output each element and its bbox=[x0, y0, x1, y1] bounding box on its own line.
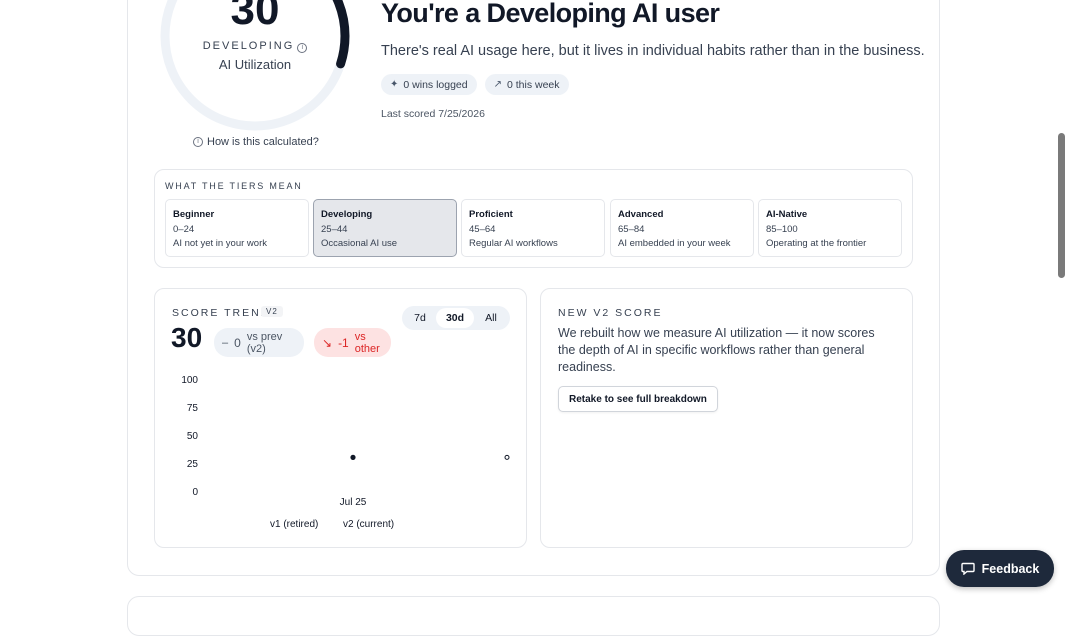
page-subtitle: There's real AI usage here, but it lives… bbox=[381, 43, 925, 59]
delta-other-value: -1 bbox=[338, 335, 349, 350]
delta-prev-value: 0 bbox=[234, 335, 241, 350]
tier-range: 85–100 bbox=[766, 223, 798, 235]
delta-prev-label: vs prev (v2) bbox=[246, 330, 283, 355]
gauge-label: AI Utilization bbox=[218, 57, 292, 72]
x-tick-label: Jul 25 bbox=[340, 497, 367, 508]
tier-desc: Occasional AI use bbox=[321, 238, 398, 249]
trend-up-icon: ↗ bbox=[493, 79, 502, 90]
range-selector: 7d 30d All bbox=[402, 306, 510, 330]
tiers-title: WHAT THE TIERS MEAN bbox=[165, 181, 303, 191]
next-card bbox=[127, 596, 940, 636]
trend-score: 30 bbox=[171, 322, 203, 353]
sparkle-icon: ✦ bbox=[390, 79, 399, 90]
v2-description: We rebuilt how we measure AI utilization… bbox=[558, 326, 875, 374]
week-label: 0 this week bbox=[507, 78, 560, 91]
wins-label: 0 wins logged bbox=[403, 78, 468, 91]
feedback-label: Feedback bbox=[981, 561, 1040, 576]
y-tick-label: 50 bbox=[187, 431, 199, 442]
feedback-button[interactable]: Feedback bbox=[946, 550, 1054, 587]
legend-item: v1 (retired) bbox=[270, 519, 318, 530]
page-title: You're a Developing AI user bbox=[381, 0, 720, 28]
tier-range: 45–64 bbox=[469, 223, 496, 235]
tier-developing: Developing 25–44 Occasional AI use bbox=[313, 199, 457, 257]
legend-item: v2 (current) bbox=[343, 519, 394, 530]
y-tick-label: 100 bbox=[181, 375, 198, 386]
score-trend-chart: 100 75 50 25 0 Jul 25 v1 (retired) v2 (current) bbox=[181, 375, 510, 530]
retake-button[interactable]: Retake to see full breakdown bbox=[558, 386, 718, 412]
tier-name: Beginner bbox=[173, 209, 215, 220]
how-calculated-label: How is this calculated? bbox=[207, 136, 319, 148]
tier-beginner: Beginner 0–24 AI not yet in your work bbox=[165, 199, 309, 257]
tier-desc: AI embedded in your week bbox=[618, 238, 731, 249]
how-calculated-link[interactable]: i How is this calculated? bbox=[193, 136, 319, 148]
info-icon[interactable]: i bbox=[297, 43, 308, 53]
tier-range: 65–84 bbox=[618, 223, 645, 235]
delta-other-badge: ↘ -1 vs other bbox=[314, 328, 391, 357]
tier-name: Proficient bbox=[469, 209, 513, 220]
stat-pills: ✦ 0 wins logged ↗ 0 this week bbox=[381, 74, 569, 95]
trend-down-icon: ↘ bbox=[322, 335, 333, 350]
gauge-tier: DEVELOPING i bbox=[159, 40, 351, 53]
range-7d-button[interactable]: 7d bbox=[404, 308, 436, 328]
tier-proficient: Proficient 45–64 Regular AI workflows bbox=[461, 199, 605, 257]
info-icon: i bbox=[193, 137, 203, 147]
y-tick-label: 75 bbox=[187, 403, 199, 414]
chat-icon bbox=[960, 562, 975, 575]
gauge-score: 30 bbox=[230, 0, 280, 34]
tier-name: Advanced bbox=[618, 209, 664, 220]
tier-name: Developing bbox=[321, 209, 373, 220]
tier-advanced: Advanced 65–84 AI embedded in your week bbox=[610, 199, 754, 257]
gauge-tier-label: DEVELOPING bbox=[202, 40, 295, 52]
tier-desc: Operating at the frontier bbox=[766, 238, 867, 249]
tier-range: 25–44 bbox=[321, 223, 348, 235]
scrollbar-thumb[interactable] bbox=[1058, 133, 1065, 278]
last-scored: Last scored 7/25/2026 bbox=[381, 108, 485, 120]
y-tick-label: 25 bbox=[187, 459, 199, 470]
data-point bbox=[350, 454, 356, 460]
delta-prev-badge: – 0 vs prev (v2) bbox=[214, 328, 304, 357]
delta-other-label: vs other bbox=[354, 330, 380, 355]
range-30d-button[interactable]: 30d bbox=[436, 308, 474, 328]
v2-title: NEW V2 SCORE bbox=[558, 307, 663, 319]
tier-desc: Regular AI workflows bbox=[469, 238, 558, 249]
wins-pill: ✦ 0 wins logged bbox=[381, 74, 477, 95]
trend-title: SCORE TREND bbox=[172, 307, 271, 319]
tier-desc: AI not yet in your work bbox=[173, 238, 267, 249]
week-pill: ↗ 0 this week bbox=[484, 74, 569, 95]
version-badge: V2 bbox=[261, 306, 283, 317]
range-all-button[interactable]: All bbox=[474, 308, 508, 328]
tier-range: 0–24 bbox=[173, 223, 195, 235]
y-tick-label: 0 bbox=[192, 487, 198, 498]
dash-icon: – bbox=[222, 336, 229, 349]
tier-ai-native: AI-Native 85–100 Operating at the fronti… bbox=[758, 199, 902, 257]
data-point bbox=[504, 454, 510, 460]
tier-name: AI-Native bbox=[766, 209, 808, 220]
